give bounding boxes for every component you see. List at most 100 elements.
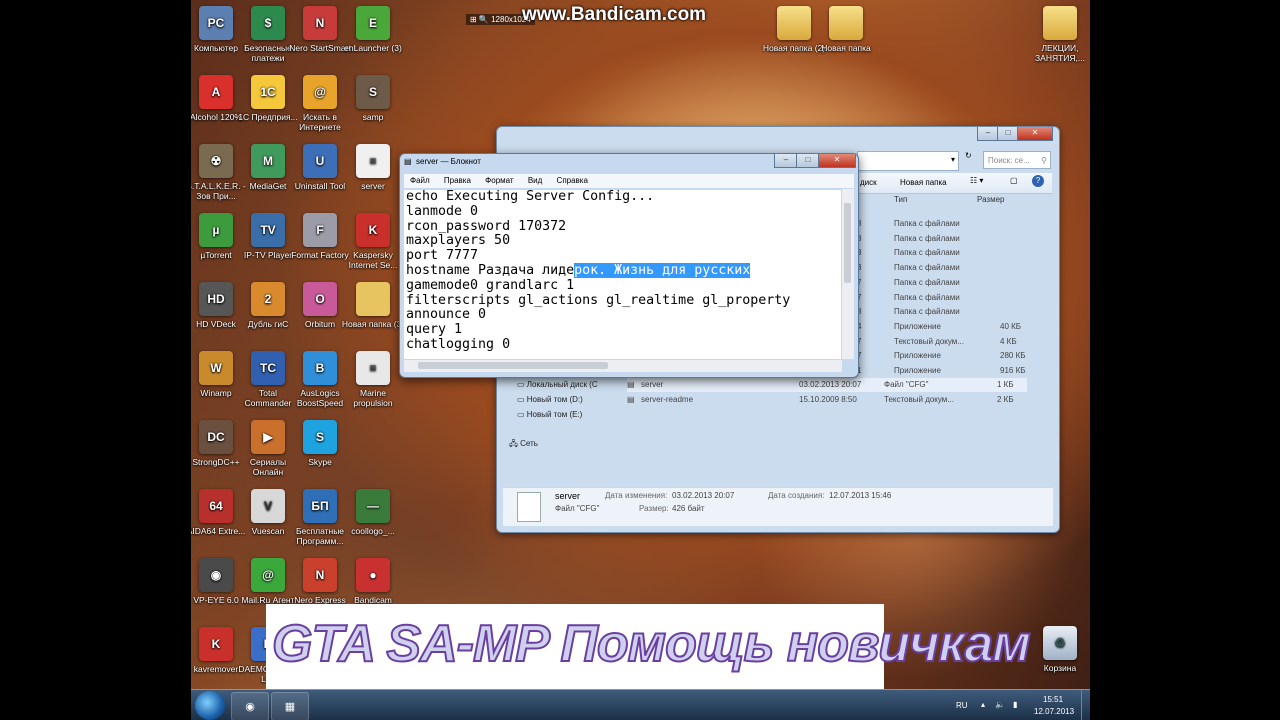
file-list-row[interactable]: 3 Папка с файлами [857, 246, 1027, 260]
file-list-row[interactable]: 4 Приложение 40 КБ [857, 320, 1027, 334]
explorer-icon[interactable]: ▦ [271, 692, 309, 720]
file-row-server-readme[interactable]: ▤ server-readme 15.10.2009 8:50 Текстовы… [627, 393, 1027, 407]
nav-drive-c[interactable]: ▭ Локальный диск (C [517, 378, 598, 392]
language-indicator[interactable]: RU [956, 701, 968, 710]
app-icon: B [303, 351, 337, 385]
app-icon: PC [199, 6, 233, 40]
cell-type: Приложение [894, 351, 941, 361]
text-line: announce 0 [406, 307, 487, 323]
start-button[interactable] [195, 691, 225, 720]
refresh-icon[interactable]: ↻ [965, 151, 979, 169]
notepad-window[interactable]: ▤ server — Блокнот – □ ✕ Файл Правка Фор… [399, 153, 859, 378]
maximize-button[interactable]: □ [997, 127, 1019, 141]
minimize-button[interactable]: – [774, 154, 798, 168]
menu-edit[interactable]: Правка [444, 176, 471, 185]
text-line: lanmode 0 [406, 203, 479, 219]
desktop-icon-label: enLauncher (3) [344, 43, 402, 53]
search-input[interactable]: Поиск: се... ⚲ [983, 151, 1051, 169]
app-icon: 2 [251, 282, 285, 316]
desktop-icon-recycle-bin[interactable]: ♻ Корзина [1027, 622, 1090, 673]
toolbar-disk-label[interactable]: диск [860, 178, 877, 187]
show-desktop-button[interactable] [1081, 690, 1090, 720]
nav-drive-e[interactable]: ▭ Новый том (E:) [517, 408, 582, 422]
clock-time[interactable]: 15:51 [1043, 695, 1063, 704]
desktop: ⊞ 🔍 1280x1024 www.Bandicam.com PC Компьют… [191, 0, 1090, 720]
menu-file[interactable]: Файл [410, 176, 430, 185]
file-list-row[interactable]: 7 Папка с файлами [857, 291, 1027, 305]
file-list-row[interactable]: 1 Приложение 916 КБ [857, 364, 1027, 378]
column-size[interactable]: Размер [977, 195, 1005, 204]
menu-view[interactable]: Вид [528, 176, 542, 185]
column-type[interactable]: Тип [894, 195, 907, 204]
chrome-icon[interactable]: ◉ [231, 692, 269, 720]
close-button[interactable]: ✕ [818, 154, 856, 168]
app-icon: 1С [251, 75, 285, 109]
desktop-icon[interactable]: S Skype [287, 416, 353, 467]
cell-size: 916 КБ [1000, 366, 1026, 375]
desktop-icon[interactable]: Ssamp [340, 71, 406, 122]
horizontal-scrollbar[interactable] [404, 359, 842, 372]
desktop-icon[interactable]: ● Bandicam [340, 554, 406, 605]
desktop-icon[interactable]: EenLauncher (3) [340, 2, 406, 53]
app-icon: W [199, 351, 233, 385]
scroll-thumb[interactable] [418, 362, 608, 369]
nav-network[interactable]: 🖧 Сеть [509, 437, 538, 451]
file-list-row[interactable]: 7 Приложение 280 КБ [857, 349, 1027, 363]
file-list-row[interactable]: 3 Папка с файлами [857, 217, 1027, 231]
text-line: maxplayers 50 [406, 233, 511, 249]
app-icon: O [303, 282, 337, 316]
folder-icon [829, 6, 863, 40]
desktop-icon-label: Новая папка (3) [341, 319, 405, 329]
notepad-icon: ▤ [404, 157, 412, 166]
volume-icon[interactable]: 🔈 [995, 700, 1005, 709]
file-list-row[interactable]: 7 Папка с файлами [857, 276, 1027, 290]
minimize-button[interactable]: – [977, 127, 999, 141]
desktop-icon-lectures[interactable]: ЛЕКЦИИ, ЗАНЯТИЯ,... [1027, 2, 1090, 63]
tray-arrow-icon[interactable]: ▴ [981, 700, 985, 709]
cell-type: Папка с файлами [894, 292, 960, 302]
desktop-icon[interactable]: Новая папка (3) [340, 278, 406, 329]
app-icon: БП [303, 489, 337, 523]
nav-drive-d[interactable]: ▭ Новый том (D:) [517, 393, 583, 407]
desktop-icon-label: Uninstall Tool [294, 181, 346, 191]
app-icon: U [303, 144, 337, 178]
desktop-icon[interactable]: — coollogo_... [340, 485, 406, 536]
maximize-button[interactable]: □ [796, 154, 820, 168]
cell-type: Приложение [894, 321, 941, 331]
desktop-icon-label: samp [362, 112, 384, 122]
desktop-icon-label: Orbitum [304, 319, 336, 329]
app-icon [356, 282, 390, 316]
folder-icon [777, 6, 811, 40]
vertical-scrollbar[interactable] [841, 189, 854, 359]
desktop-icon[interactable]: K Kaspersky Internet Se... [340, 209, 406, 270]
clock-date[interactable]: 12.07.2013 [1034, 707, 1074, 716]
app-icon: S [303, 420, 337, 454]
address-bar[interactable]: ▾ [857, 151, 959, 171]
desktop-icon-label: AusLogics BoostSpeed [296, 388, 344, 408]
desktop-icon-new-folder[interactable]: Новая папка [813, 2, 879, 53]
file-list-row[interactable]: 3 Папка с файлами [857, 305, 1027, 319]
preview-pane-icon[interactable]: ▢ [1010, 176, 1018, 185]
new-folder-button[interactable]: Новая папка [900, 178, 947, 187]
text-line: chatlogging 0 [406, 336, 511, 352]
desktop-icon-label: Сериалы Онлайн [249, 457, 287, 477]
close-button[interactable]: ✕ [1017, 127, 1053, 141]
file-row-server[interactable]: ▤ server 03.02.2013 20:07 Файл "CFG" 1 К… [627, 378, 1027, 392]
text-editor[interactable]: echo Executing Server Config... lanmode … [404, 189, 842, 360]
selected-text: рок. Жизнь для русских [574, 262, 751, 278]
network-tray-icon[interactable]: ▮ [1013, 700, 1017, 709]
help-icon[interactable]: ? [1032, 175, 1044, 187]
app-icon: HD [199, 282, 233, 316]
view-icon[interactable]: ☷ ▾ [970, 176, 983, 185]
taskbar: ◉ ▦ RU ▴ 🔈 ▮ 15:51 12.07.2013 [191, 689, 1090, 720]
file-list-row[interactable]: 3 Папка с файлами [857, 232, 1027, 246]
scroll-thumb[interactable] [844, 203, 851, 283]
desktop-icon[interactable]: ≡ Marine propulsion [340, 347, 406, 408]
file-list-row[interactable]: 3 Папка с файлами [857, 261, 1027, 275]
text-file-icon: ▤ [627, 395, 635, 404]
menu-help[interactable]: Справка [557, 176, 588, 185]
file-list-row[interactable]: 7 Текстовый докум... 4 КБ [857, 335, 1027, 349]
desktop-icon-label: Бесплатные Программ... [295, 526, 345, 546]
desktop-icon[interactable]: ≡ server [340, 140, 406, 191]
menu-format[interactable]: Формат [485, 176, 513, 185]
